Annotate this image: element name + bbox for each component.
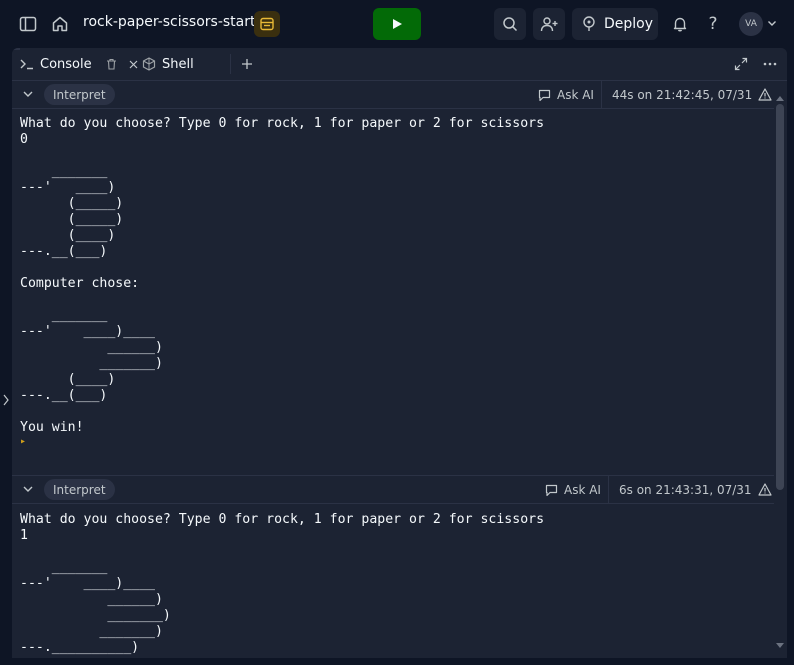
tab-shell[interactable]: Shell [142, 48, 194, 80]
tab-console-label: Console [40, 56, 92, 72]
deploy-label: Deploy [604, 16, 654, 32]
bell-icon[interactable] [671, 15, 689, 33]
shell-icon [142, 57, 156, 71]
play-icon [393, 19, 402, 29]
console-output[interactable]: Interpret Ask AI 44s on 21:42:45, 07/31 … [12, 81, 774, 658]
prompt-icon: ▸ [20, 436, 27, 447]
deploy-icon [583, 16, 595, 31]
chevron-down-icon[interactable] [22, 88, 34, 100]
new-tab-button[interactable] [241, 48, 253, 80]
ask-ai-button[interactable]: Ask AI [538, 85, 594, 105]
chevron-down-icon[interactable] [22, 483, 34, 495]
more-button[interactable] [763, 48, 777, 80]
ask-ai-label: Ask AI [557, 88, 594, 102]
run-time-label: 6s on 21:43:31, 07/31 [619, 482, 752, 497]
ask-ai-icon [538, 89, 551, 101]
run-output: What do you choose? Type 0 for rock, 1 f… [20, 116, 545, 435]
warning-icon [757, 483, 772, 496]
scroll-up-icon[interactable] [775, 94, 785, 102]
interpret-button[interactable]: Interpret [44, 479, 115, 500]
chevron-right-icon[interactable] [3, 394, 9, 406]
project-title[interactable]: rock-paper-scissors-start [83, 14, 256, 30]
ask-ai-icon [545, 484, 558, 496]
scrollbar-thumb[interactable] [776, 104, 784, 490]
console-icon [20, 59, 33, 70]
help-icon[interactable]: ? [704, 14, 722, 34]
console-panel: Console Shell Interpret Ask AI 44s on 21… [12, 48, 787, 658]
close-icon[interactable] [129, 60, 138, 69]
top-bar: rock-paper-scissors-start Deploy ? VA [0, 0, 794, 48]
run-time-label: 44s on 21:42:45, 07/31 [612, 87, 753, 102]
home-icon[interactable] [50, 14, 70, 34]
search-button[interactable] [494, 8, 526, 40]
project-icon[interactable] [254, 11, 280, 37]
run-header: Interpret Ask AI 44s on 21:42:45, 07/31 [12, 81, 774, 109]
invite-button[interactable] [533, 8, 565, 40]
ask-ai-button[interactable]: Ask AI [545, 480, 601, 500]
expand-button[interactable] [734, 48, 748, 80]
run-button[interactable] [373, 8, 421, 40]
invite-user-icon [540, 17, 558, 32]
expand-icon [734, 57, 748, 71]
run-header: Interpret Ask AI 6s on 21:43:31, 07/31 [12, 475, 774, 504]
chevron-down-icon[interactable] [766, 17, 778, 29]
deploy-button[interactable]: Deploy [572, 8, 658, 40]
tab-shell-label: Shell [162, 56, 194, 72]
tab-console[interactable]: Console [20, 48, 138, 80]
run-time-info: 44s on 21:42:45, 07/31 [601, 81, 772, 108]
run-output: What do you choose? Type 0 for rock, 1 f… [20, 512, 545, 655]
search-icon [503, 17, 518, 32]
left-rail[interactable] [0, 48, 12, 665]
warning-icon [758, 88, 772, 101]
ask-ai-label: Ask AI [564, 483, 601, 497]
run-time-info: 6s on 21:43:31, 07/31 [608, 476, 772, 503]
scroll-down-icon[interactable] [775, 641, 785, 649]
more-icon [763, 62, 777, 66]
trash-icon[interactable] [106, 58, 117, 70]
avatar[interactable]: VA [739, 12, 763, 36]
plus-icon [242, 59, 252, 69]
sidebar-toggle-icon[interactable] [18, 14, 38, 34]
tab-divider [230, 54, 231, 74]
interpret-button[interactable]: Interpret [44, 84, 115, 105]
tab-bar: Console Shell [12, 48, 787, 81]
